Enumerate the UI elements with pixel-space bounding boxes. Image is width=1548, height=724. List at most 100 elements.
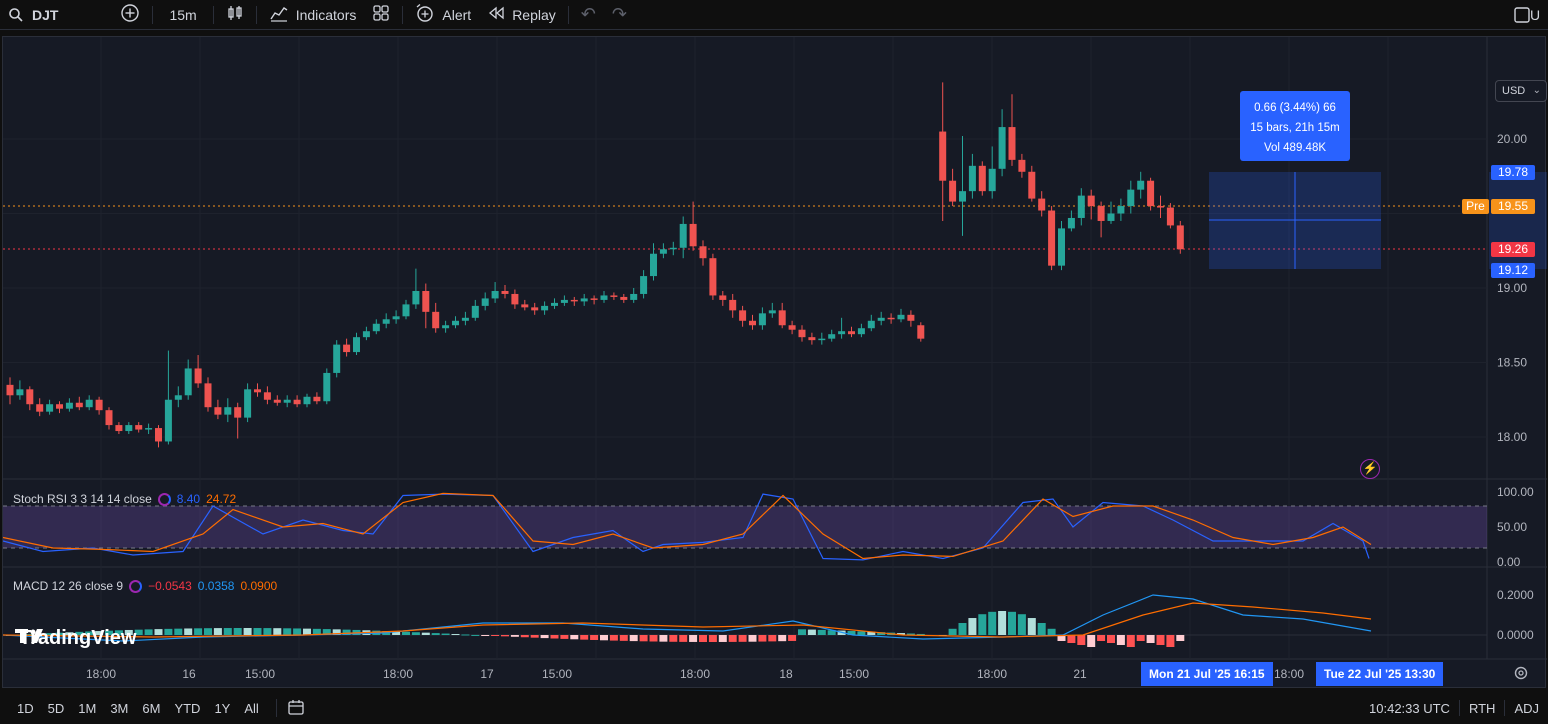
macd-histogram-bar [550, 635, 559, 639]
macd-histogram-bar [1017, 614, 1026, 635]
macd-histogram-bar [491, 635, 500, 636]
candle-body [313, 396, 321, 402]
candle-body [798, 329, 806, 338]
candle-body [630, 293, 638, 300]
settings-gear-icon[interactable] [1513, 665, 1529, 681]
candle-body [343, 344, 351, 353]
measure-end-date: Tue 22 Jul '25 13:30 [1316, 662, 1444, 686]
session-button[interactable]: RTH [1460, 701, 1504, 716]
candle-body [968, 165, 976, 192]
candle-body [135, 425, 143, 430]
candles-icon [226, 4, 244, 25]
macd-histogram-bar [857, 631, 866, 635]
macd-histogram-bar [988, 611, 997, 635]
indicators-button[interactable]: Indicators [261, 0, 365, 30]
macd-histogram-bar [471, 634, 480, 636]
range-button-1d[interactable]: 1D [10, 701, 41, 716]
candle-body [204, 383, 212, 408]
date-range-button[interactable] [287, 698, 305, 719]
undo-button[interactable]: ↶ [573, 0, 604, 30]
price-tick-label: 19.00 [1497, 281, 1527, 295]
macd-histogram-bar [1008, 611, 1016, 635]
candle-body [1097, 206, 1105, 221]
candle-body [254, 389, 261, 393]
candle-body [402, 304, 410, 317]
macd-histogram-bar [629, 635, 638, 642]
range-button-1m[interactable]: 1M [71, 701, 103, 716]
price-tick-label: 18.00 [1497, 430, 1527, 444]
clock-readout[interactable]: 10:42:33 UTC [1360, 701, 1459, 716]
candle-body [650, 253, 657, 277]
macd-histogram-bar [948, 628, 957, 635]
macd-histogram-bar [679, 635, 688, 642]
currency-select[interactable]: USD ⌄ [1495, 80, 1547, 102]
macd-histogram-bar [708, 635, 717, 642]
candle-body [560, 299, 568, 303]
redo-button[interactable]: ↷ [604, 0, 635, 30]
candle-body [897, 314, 905, 320]
candle-body [887, 317, 895, 320]
candle-body [382, 319, 390, 324]
candle-body [115, 425, 123, 432]
macd-histogram-bar [1136, 635, 1145, 641]
macd-histogram-bar [1027, 618, 1036, 635]
candle-body [610, 295, 618, 297]
macd-histogram-bar [293, 628, 302, 635]
symbol-search[interactable]: DJT [0, 0, 66, 30]
interval-button[interactable]: 15m [157, 0, 208, 30]
macd-histogram-bar [451, 634, 460, 636]
candle-body [461, 317, 469, 321]
macd-legend[interactable]: MACD 12 26 close 9 −0.0543 0.0358 0.0900 [13, 579, 277, 593]
stoch-rsi-legend[interactable]: Stoch RSI 3 3 14 14 close 8.40 24.72 [13, 492, 236, 506]
layouts-button[interactable] [364, 0, 398, 30]
macd-histogram-bar [1107, 635, 1115, 643]
macd-histogram-bar [580, 635, 589, 640]
candle-body [1117, 206, 1125, 214]
candle-body [353, 337, 360, 353]
range-button-5d[interactable]: 5D [41, 701, 72, 716]
chart-type-button[interactable] [218, 0, 252, 30]
stoch-d-value: 24.72 [206, 492, 237, 506]
adjust-button[interactable]: ADJ [1505, 701, 1548, 716]
macd-histogram-bar [669, 635, 678, 642]
candle-body [1058, 228, 1065, 266]
candle-body [491, 290, 499, 299]
lightning-icon[interactable]: ⚡ [1360, 459, 1380, 479]
compare-button[interactable] [112, 0, 148, 30]
candle-body [412, 290, 420, 305]
candle-body [303, 396, 311, 405]
alert-button[interactable]: Alert [407, 0, 479, 30]
candle-body [372, 323, 380, 332]
macd-histogram-bar [213, 628, 222, 635]
time-tick-label: 21 [1073, 667, 1087, 681]
range-button-all[interactable]: All [237, 701, 265, 716]
window-icon [1514, 6, 1530, 23]
candle-body [739, 310, 747, 321]
range-button-6m[interactable]: 6M [135, 701, 167, 716]
macd-histogram-bar [1047, 628, 1056, 635]
indicators-label: Indicators [295, 6, 357, 23]
replay-button[interactable]: Replay [479, 0, 564, 30]
candle-body [838, 331, 846, 335]
range-button-ytd[interactable]: YTD [167, 701, 207, 716]
undo-icon: ↶ [580, 4, 596, 24]
indicators-icon [269, 4, 289, 25]
candle-body [988, 168, 996, 192]
search-icon [8, 7, 24, 23]
macd-histogram-bar [1176, 635, 1185, 641]
macd-histogram-bar [1097, 635, 1106, 641]
time-tick-label: 15:00 [839, 667, 869, 681]
measure-low-label: 19.12 [1491, 263, 1535, 278]
macd-histogram-bar [421, 632, 430, 635]
measure-start-date: Mon 21 Jul '25 16:15 [1141, 662, 1273, 686]
range-button-1y[interactable]: 1Y [207, 701, 237, 716]
chart-area[interactable]: 20.00 19.00 18.50 18.00 100.00 50.00 0.00 0.200… [2, 36, 1547, 688]
measure-bars: 15 bars, 21h 15m [1250, 122, 1340, 134]
macd-histogram-bar [194, 628, 203, 635]
macd-histogram-bar [1087, 635, 1096, 647]
macd-histogram-bar [778, 635, 787, 642]
macd-histogram-bar [204, 628, 212, 635]
range-button-3m[interactable]: 3M [103, 701, 135, 716]
candle-body [907, 314, 915, 321]
macd-histogram-bar [978, 614, 987, 635]
